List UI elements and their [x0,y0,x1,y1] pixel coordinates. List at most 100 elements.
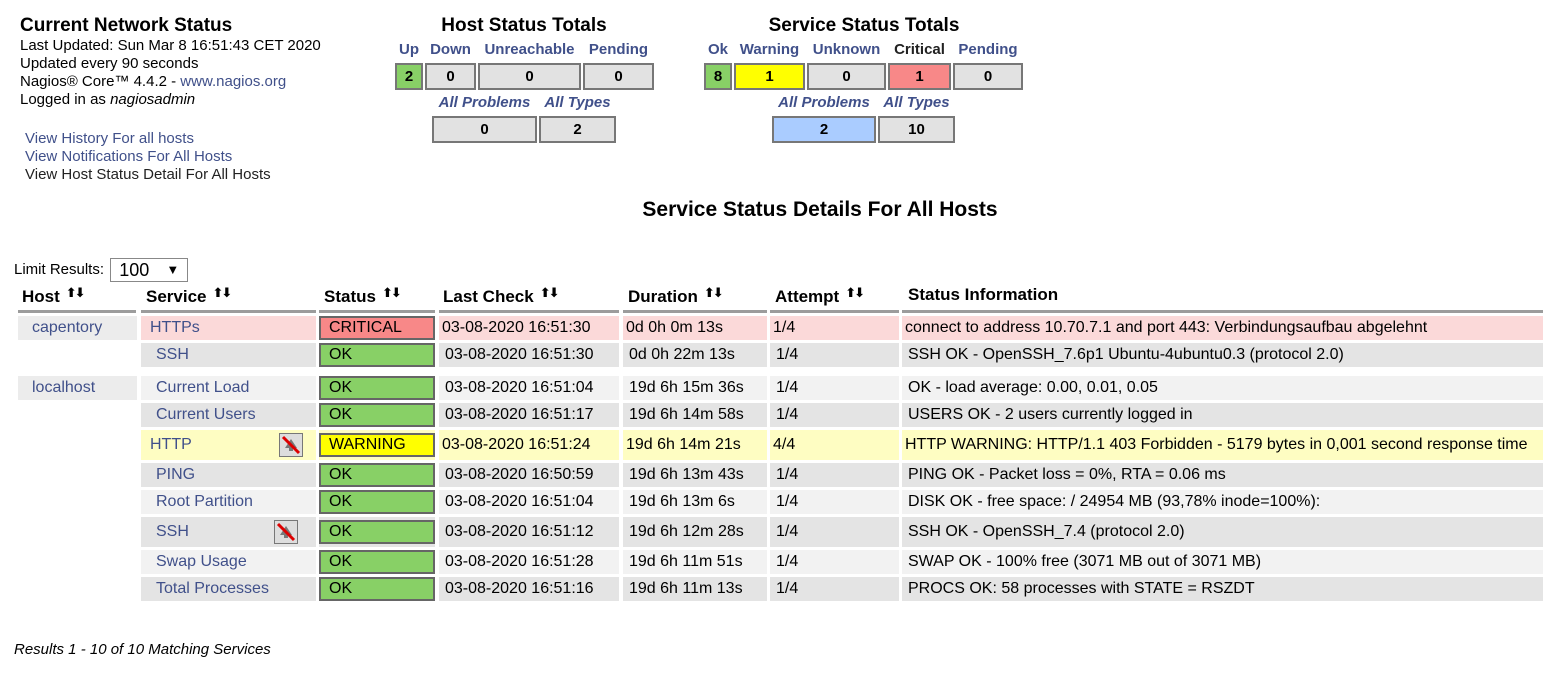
attempt-cell: 1/4 [770,376,899,400]
service-unknown-count[interactable]: 0 [807,63,886,90]
host-all-problems-header[interactable]: All Problems [432,94,537,111]
service-link[interactable]: Total Processes [156,580,269,597]
view-host-status-link[interactable]: View Host Status Detail For All Hosts [25,166,271,184]
header-divider [141,310,316,313]
limit-value: 100 [119,260,150,280]
service-link[interactable]: Swap Usage [156,553,247,570]
service-all-types-header[interactable]: All Types [878,94,955,111]
attempt-cell: 1/4 [770,490,899,514]
notifications-disabled-icon[interactable] [274,520,298,544]
status-badge: OK [319,403,435,427]
service-ok-count[interactable]: 8 [704,63,732,90]
last-check-cell: 03-08-2020 16:51:16 [439,577,619,601]
col-duration-label: Duration [628,287,698,306]
host-unreachable-header[interactable]: Unreachable [478,41,581,58]
service-link[interactable]: SSH [156,346,189,363]
service-totals-title: Service Status Totals [768,15,960,36]
attempt-cell: 1/4 [770,316,899,340]
status-info-cell: HTTP WARNING: HTTP/1.1 403 Forbidden - 5… [902,430,1543,460]
service-critical-count[interactable]: 1 [888,63,951,90]
service-warning-header[interactable]: Warning [734,41,805,58]
service-link[interactable]: Current Load [156,379,249,396]
page-title: Current Network Status [20,15,233,36]
last-updated: Last Updated: Sun Mar 8 16:51:43 CET 202… [20,37,321,54]
attempt-cell: 1/4 [770,463,899,487]
logged-in-line: Logged in as nagiosadmin [20,91,321,109]
col-status-information: Status Information [908,285,1058,305]
username: nagiosadmin [110,91,196,108]
col-host-label: Host [22,287,60,306]
duration-cell: 0d 0h 22m 13s [623,343,767,367]
service-cell: PING [141,463,316,487]
host-link[interactable]: capentory [32,319,102,336]
service-link[interactable]: HTTPs [150,319,200,336]
service-ok-header[interactable]: Ok [704,41,732,58]
host-unreachable-count[interactable]: 0 [478,63,581,90]
col-service: Service ⬆⬇ [146,285,233,307]
host-up-header[interactable]: Up [395,41,423,58]
limit-select[interactable]: 100 ▼ [110,258,189,282]
service-cell: Current Users [141,403,316,427]
view-notifications-link[interactable]: View Notifications For All Hosts [25,148,232,165]
nagios-link[interactable]: www.nagios.org [180,73,286,90]
duration-cell: 19d 6h 13m 43s [623,463,767,487]
col-last-check: Last Check ⬆⬇ [443,285,560,307]
host-all-problems-count[interactable]: 0 [432,116,537,143]
host-down-count[interactable]: 0 [425,63,476,90]
sort-arrows-icon[interactable]: ⬆⬇ [382,285,402,300]
sort-arrows-icon[interactable]: ⬆⬇ [213,285,233,300]
col-duration: Duration ⬆⬇ [628,285,724,307]
service-link[interactable]: Current Users [156,406,256,423]
header-divider [18,310,136,313]
update-interval: Updated every 90 seconds [20,55,199,72]
host-pending-count[interactable]: 0 [583,63,654,90]
service-warning-count[interactable]: 1 [734,63,805,90]
header-divider [623,310,767,313]
status-info-cell: connect to address 10.70.7.1 and port 44… [902,316,1543,340]
sort-arrows-icon[interactable]: ⬆⬇ [66,285,86,300]
notifications-disabled-icon[interactable] [279,433,303,457]
service-pending-count[interactable]: 0 [953,63,1023,90]
status-badge: OK [319,550,435,574]
host-down-header[interactable]: Down [425,41,476,58]
host-pending-header[interactable]: Pending [583,41,654,58]
host-link[interactable]: localhost [32,379,95,396]
status-info-cell: USERS OK - 2 users currently logged in [902,403,1543,427]
host-up-count[interactable]: 2 [395,63,423,90]
status-info-cell: SSH OK - OpenSSH_7.6p1 Ubuntu-4ubuntu0.3… [902,343,1543,367]
sort-arrows-icon[interactable]: ⬆⬇ [704,285,724,300]
duration-cell: 19d 6h 13m 6s [623,490,767,514]
service-all-problems-count[interactable]: 2 [772,116,876,143]
host-all-types-count[interactable]: 2 [539,116,616,143]
duration-cell: 19d 6h 15m 36s [623,376,767,400]
service-pending-header[interactable]: Pending [953,41,1023,58]
last-check-cell: 03-08-2020 16:51:30 [439,343,619,367]
attempt-cell: 1/4 [770,403,899,427]
last-check-cell: 03-08-2020 16:51:30 [439,316,619,340]
sort-arrows-icon[interactable]: ⬆⬇ [845,285,865,300]
host-totals-title: Host Status Totals [441,15,607,36]
service-link[interactable]: Root Partition [156,493,253,510]
service-all-problems-header[interactable]: All Problems [772,94,876,111]
col-last-check-label: Last Check [443,287,534,306]
service-link[interactable]: HTTP [150,436,192,453]
duration-cell: 19d 6h 11m 51s [623,550,767,574]
service-link[interactable]: SSH [156,523,189,540]
service-all-types-count[interactable]: 10 [878,116,955,143]
header-divider [902,310,1543,313]
col-status-label: Status [324,287,376,306]
service-unknown-header[interactable]: Unknown [807,41,886,58]
status-badge: OK [319,376,435,400]
host-all-types-header[interactable]: All Types [539,94,616,111]
service-link[interactable]: PING [156,466,195,483]
last-check-cell: 03-08-2020 16:51:12 [439,517,619,547]
status-badge: OK [319,577,435,601]
host-cell: localhost [18,376,137,400]
view-links: View History For all hosts View Notifica… [25,130,271,184]
sort-arrows-icon[interactable]: ⬆⬇ [540,285,560,300]
service-critical-header[interactable]: Critical [888,41,951,58]
col-attempt: Attempt ⬆⬇ [775,285,865,307]
view-history-link[interactable]: View History For all hosts [25,130,194,147]
duration-cell: 19d 6h 14m 58s [623,403,767,427]
duration-cell: 0d 0h 0m 13s [623,316,767,340]
